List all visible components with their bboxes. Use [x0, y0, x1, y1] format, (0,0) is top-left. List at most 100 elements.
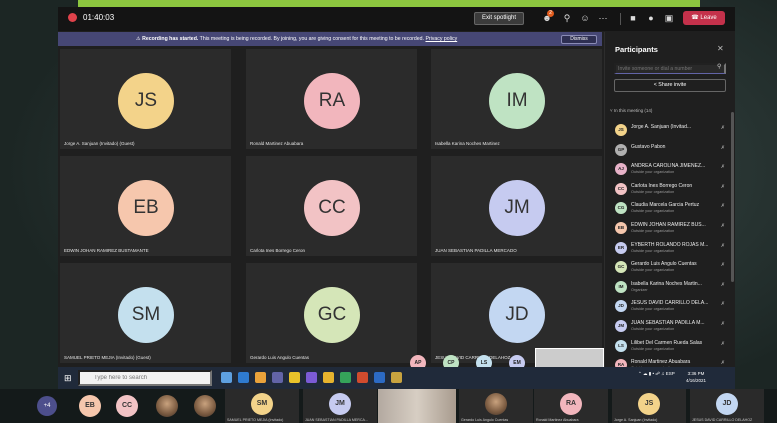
taskbar-clock[interactable]: 3:36 PM 4/16/2021: [686, 370, 706, 384]
close-icon[interactable]: ✕: [717, 44, 724, 53]
folder-icon[interactable]: [289, 372, 300, 383]
participant-subtitle: Outside your organization: [631, 189, 675, 194]
participant-subtitle: Outside your organization: [631, 209, 675, 214]
camera-icon[interactable]: ■: [626, 12, 640, 25]
gallery-tile[interactable]: JS Jorge A. Sanjuan (Invitado): [612, 389, 686, 423]
taskbar-search-input[interactable]: [78, 370, 212, 386]
participant-list-item[interactable]: CG Claudia Marcela Garcia Pertuz Outside y…: [615, 200, 731, 218]
exit-spotlight-button[interactable]: Exit spotlight: [474, 12, 524, 25]
video-tile[interactable]: GC Gerardo Luis Angulo Cuentas: [246, 263, 417, 363]
video-tile[interactable]: RA Ronald Martinez Abuabara: [246, 49, 417, 149]
more-participants-button[interactable]: +4: [37, 396, 57, 416]
participant-subtitle: Outside your organization: [631, 229, 675, 233]
gallery-tile[interactable]: JM JUAN SEBASTIAN PADILLA MERCA...: [303, 389, 377, 423]
section-count: In this meeting (14): [613, 108, 653, 113]
participant-name: JUAN SEBASTIAN PADILLA MERCADO: [435, 248, 517, 253]
share-invite-button[interactable]: < Share invite: [614, 79, 726, 92]
reactions-icon[interactable]: ☺: [578, 12, 592, 25]
participant-list-item[interactable]: AJ ANDREA CAROLINA JIMENEZ... Outside your…: [615, 161, 731, 179]
microphone-icon[interactable]: ●: [644, 12, 658, 25]
participant-list-item[interactable]: IM Isabella Karina Noches Martin... Organi…: [615, 279, 731, 297]
participant-list-item[interactable]: JM JUAN SEBASTIAN PADILLA M... Outside you…: [615, 318, 731, 336]
participant-photo: [194, 395, 216, 417]
participant-list-item[interactable]: JS Jorge A. Sanjuan (Invitad... ✗: [615, 122, 731, 140]
participant-list-item[interactable]: GC Gerardo Luis Angulo Cuentas Outside you…: [615, 259, 731, 277]
video-tile[interactable]: CC Carlota Ines Borrego Ceron: [246, 156, 417, 256]
teams-icon[interactable]: [272, 372, 283, 383]
participant-avatar: SM: [118, 287, 174, 343]
dismiss-button[interactable]: Dismiss: [561, 35, 597, 44]
panel-scrollbar[interactable]: [731, 112, 734, 282]
app-icon[interactable]: [391, 372, 402, 383]
participant-avatar: RA: [560, 393, 582, 415]
participant-list-item[interactable]: ER EYBERTH ROLANDO ROJAS M... Outside your…: [615, 240, 731, 258]
task-view-icon[interactable]: [221, 372, 232, 383]
toolbar-divider: [620, 13, 621, 25]
search-icon[interactable]: ⚲: [717, 63, 721, 70]
participant-avatar: SM: [251, 393, 273, 415]
chrome-icon[interactable]: [323, 372, 334, 383]
in-meeting-section-label[interactable]: ˅ In this meeting (14): [610, 108, 652, 113]
participant-list-item[interactable]: JD JESUS DAVID CARRILLO DELA... Outside yo…: [615, 298, 731, 316]
participant-list-item[interactable]: EB EDWIN JOHAN RAMIREZ BUS... Outside your…: [615, 220, 731, 238]
system-tray[interactable]: ⌃ ☁ ▮ • ☍ ♫ ESP: [638, 371, 675, 377]
recording-banner-text: ⚠ Recording has started. This meeting is…: [136, 36, 458, 42]
participant-name: Carlota Ines Borrego Ceron: [631, 182, 693, 189]
powerpoint-icon[interactable]: [357, 372, 368, 383]
video-tile[interactable]: JS Jorge A. Sanjuan (Invitado) (Guest): [60, 49, 231, 149]
participant-name: EYBERTH ROLANDO ROJAS M...: [631, 241, 709, 248]
participant-avatar: JD: [615, 300, 627, 313]
leave-button[interactable]: ☎ Leave: [683, 11, 725, 25]
video-tile[interactable]: JM JUAN SEBASTIAN PADILLA MERCADO: [431, 156, 602, 256]
participant-avatar: GC: [304, 287, 360, 343]
microphone-muted-icon: ✗: [720, 262, 725, 269]
participant-avatar: JS: [615, 124, 627, 136]
share-screen-icon[interactable]: ▣: [662, 12, 676, 25]
store-icon[interactable]: [306, 372, 317, 383]
video-tile[interactable]: EB EDWIN JOHAN RAMIREZ BUSTAMANTE: [60, 156, 231, 256]
participants-title: Participants: [615, 45, 658, 54]
participant-subtitle: Outside your organization: [631, 268, 675, 273]
participant-subtitle: Outside your organization: [631, 170, 675, 175]
clock-time: 3:36 PM: [687, 371, 705, 376]
participant-list-item[interactable]: LS Lilibet Del Carmen Rueda Salas Outside …: [615, 338, 731, 356]
explorer-icon[interactable]: [255, 372, 266, 383]
participant-name: JUAN SEBASTIAN PADILLA MERCA...: [305, 418, 368, 422]
privacy-policy-link[interactable]: Privacy policy: [425, 36, 457, 42]
video-tile[interactable]: IM Isabella Karina Noches Martinez: [431, 49, 602, 149]
participant-avatar: EB: [615, 222, 627, 234]
microphone-muted-icon: ✗: [720, 321, 725, 327]
participant-avatar: CC: [615, 182, 627, 195]
participant-list-item[interactable]: GP Gustavo Pabon ✗: [615, 142, 731, 160]
microphone-muted-icon: ✗: [720, 125, 725, 131]
participant-photo: [156, 395, 178, 417]
green-accent-bar: [78, 0, 700, 7]
share-invite-label: Share invite: [658, 82, 687, 88]
gallery-tile[interactable]: JD JESUS DAVID CARRILLO DELAHOZ: [690, 389, 764, 423]
participant-subtitle: Outside your organization: [631, 307, 675, 312]
microphone-muted-icon: ✗: [720, 164, 725, 171]
participant-avatar: ER: [615, 241, 627, 254]
gallery-tile[interactable]: RA Ronald Martinez Abuabara: [534, 389, 608, 423]
excel-icon[interactable]: [340, 372, 351, 383]
participant-name: Ronald Martinez Abuabara: [250, 141, 304, 146]
participant-avatar: JD: [716, 393, 738, 415]
more-options-icon[interactable]: ⋯: [596, 12, 610, 25]
microphone-muted-icon: ✗: [720, 360, 725, 367]
participant-list-item[interactable]: CC Carlota Ines Borrego Ceron Outside your…: [615, 181, 731, 199]
invite-input[interactable]: [614, 63, 726, 74]
microphone-muted-icon: ✗: [720, 340, 725, 347]
participant-name: Isabella Karina Noches Martinez: [435, 141, 500, 146]
banner-bold: Recording has started.: [142, 36, 199, 42]
video-tile[interactable]: SM SAMUEL PRIETO MEJIA (Invitado) (Guest): [60, 263, 231, 363]
windows-start-icon[interactable]: ⊞: [64, 373, 72, 384]
edge-icon[interactable]: [238, 372, 249, 383]
gallery-tile[interactable]: SM SAMUEL PRIETO MEJIA (Invitado): [225, 389, 299, 423]
word-icon[interactable]: [374, 372, 385, 383]
participant-name: SAMUEL PRIETO MEJIA (Invitado) (Guest): [64, 355, 151, 360]
chat-icon[interactable]: ⚲: [560, 12, 574, 25]
gallery-tile[interactable]: Gerardo Luis Angulo Cuentas: [459, 389, 533, 423]
participant-avatar[interactable]: CC: [116, 395, 138, 417]
participant-avatar[interactable]: EB: [79, 395, 101, 417]
participant-name: Jorge A. Sanjuan (Invitado) (Guest): [64, 141, 135, 146]
